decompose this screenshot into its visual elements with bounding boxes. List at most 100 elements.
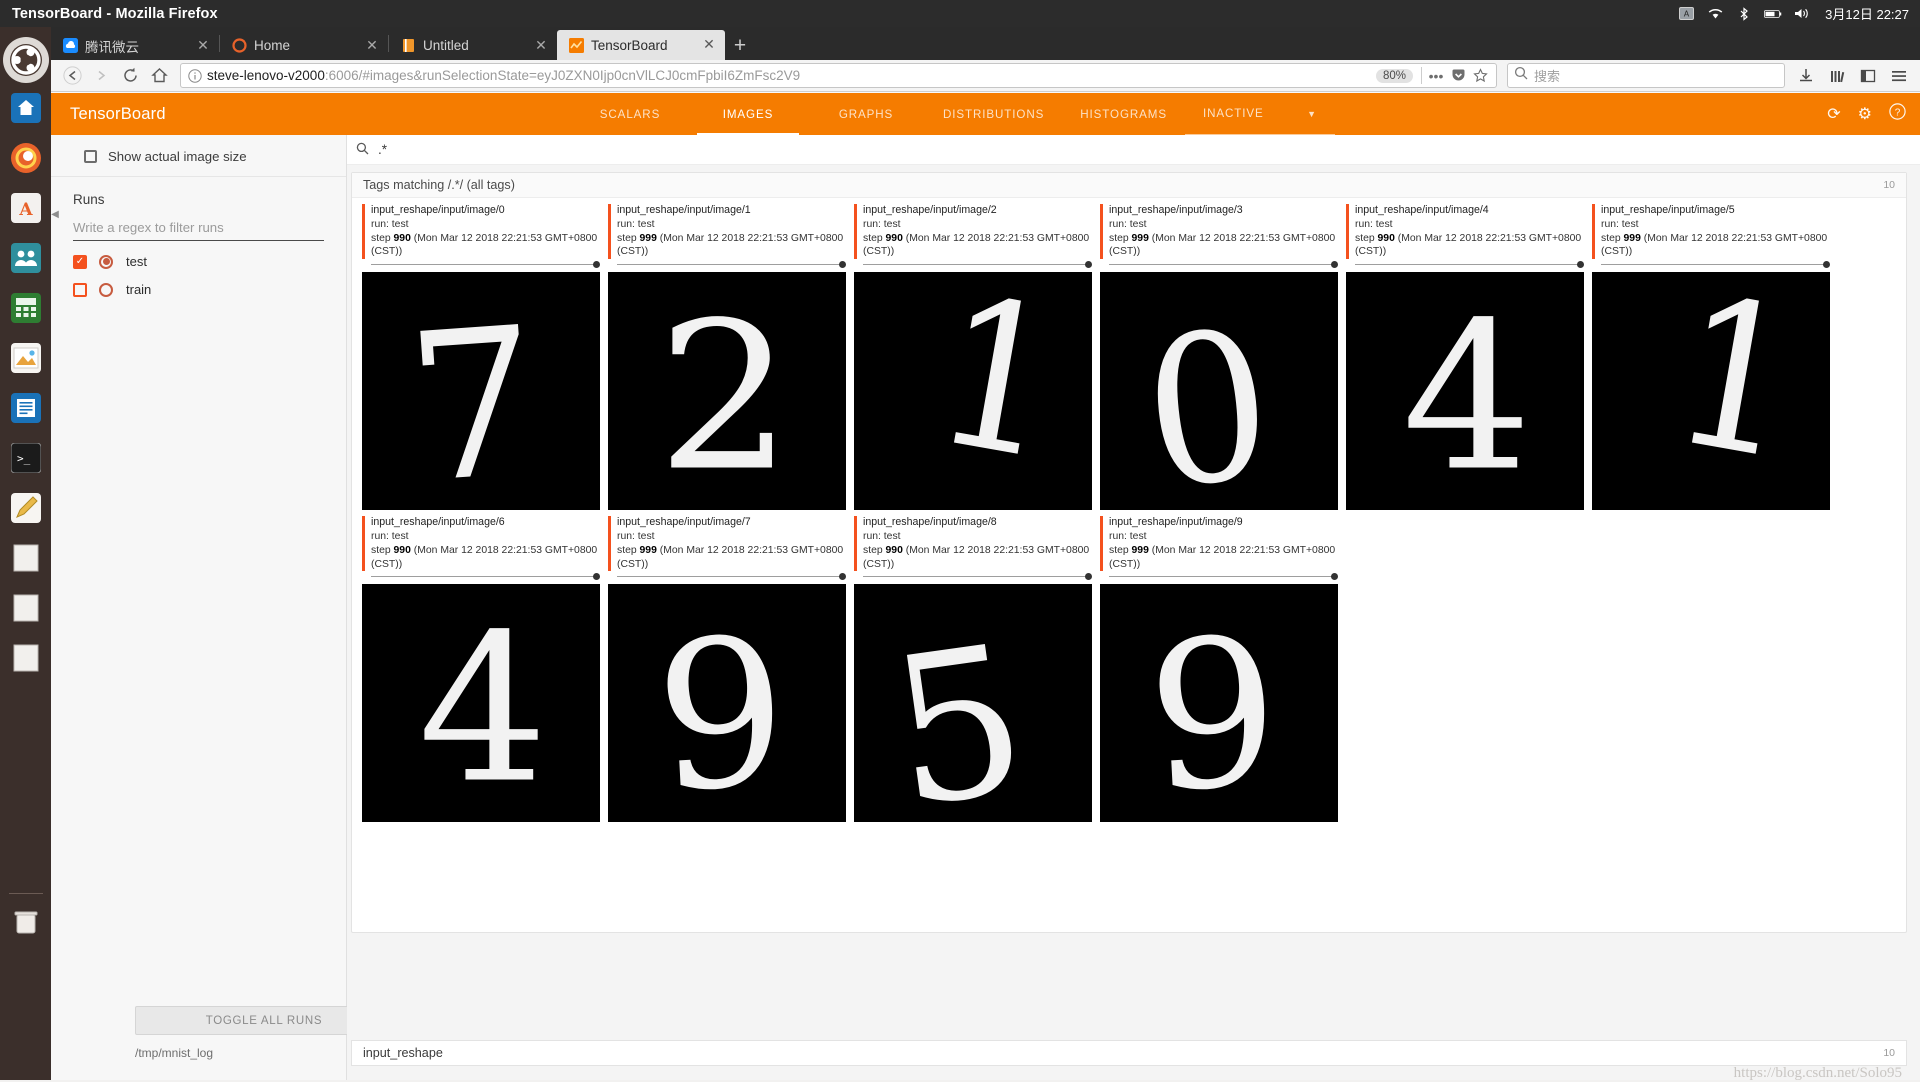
run-item-test[interactable]: ✓ test [73,254,324,269]
step-slider-knob[interactable] [593,261,600,269]
hamburger-icon[interactable] [1884,63,1913,89]
run-radio-train[interactable] [99,282,113,297]
step-slider[interactable] [371,572,600,581]
dock-item-trash[interactable] [5,901,47,943]
mnist-image[interactable]: 5 [854,584,1092,823]
browser-tab-3[interactable]: TensorBoard ✕ [557,30,725,60]
mnist-image[interactable]: 9 [608,584,846,823]
close-icon[interactable]: ✕ [195,38,211,54]
run-item-train[interactable]: train [73,282,324,297]
runs-regex-input[interactable]: Write a regex to filter runs [73,220,324,241]
step-slider-knob[interactable] [1331,573,1338,581]
dock-item-file-3[interactable] [5,637,47,679]
search-bar[interactable]: 搜索 [1507,63,1785,88]
mnist-image[interactable]: 1 [1592,272,1830,511]
close-icon[interactable]: ✕ [364,38,380,54]
zoom-level-badge[interactable]: 80% [1375,68,1413,83]
step-slider[interactable] [1601,260,1830,269]
step-slider-knob[interactable] [1085,573,1092,581]
dock-item-image-viewer[interactable] [5,337,47,379]
help-circle-icon[interactable]: ? [1889,103,1906,125]
bottom-tag-group[interactable]: input_reshape 10 [351,1040,1907,1066]
clock[interactable]: 3月12日 22:27 [1825,4,1909,23]
forward-button[interactable] [87,63,116,89]
tag-group-header[interactable]: Tags matching /.*/ (all tags) 10 [352,173,1906,198]
close-icon[interactable]: ✕ [701,37,717,53]
mnist-image[interactable]: 0 [1100,272,1338,511]
star-icon[interactable] [1469,65,1491,87]
dock-item-files-home[interactable] [5,87,47,129]
show-actual-image-size-checkbox[interactable] [84,150,97,163]
mnist-image[interactable]: 4 [1346,272,1584,511]
ubuntu-icon[interactable] [2,37,49,83]
show-actual-image-size-row[interactable]: Show actual image size [51,135,346,177]
mnist-image[interactable]: 2 [608,272,846,511]
step-slider[interactable] [1355,260,1584,269]
pocket-icon[interactable] [1447,65,1469,87]
close-icon[interactable]: ✕ [533,38,549,54]
browser-tab-1[interactable]: Home ✕ [220,31,388,60]
gear-icon[interactable]: ⚙ [1858,104,1872,124]
dock-item-contacts[interactable] [5,237,47,279]
volume-icon[interactable] [1793,6,1811,22]
home-button[interactable] [145,63,174,89]
dock-item-software-center[interactable]: A [5,187,47,229]
tab-distributions[interactable]: DISTRIBUTIONS [925,93,1062,135]
dock-item-file-2[interactable] [5,587,47,629]
back-button[interactable] [58,63,87,89]
sidebar-button[interactable] [1853,63,1882,89]
step-slider[interactable] [371,260,600,269]
dock-item-terminal[interactable]: >_ [5,437,47,479]
mnist-image[interactable]: 4 [362,584,600,823]
tensorboard-brand[interactable]: TensorBoard [70,105,166,124]
search-input[interactable]: 搜索 [1534,66,1560,85]
run-checkbox-train[interactable] [73,282,87,297]
browser-tab-0[interactable]: 腾讯微云 ✕ [51,31,219,60]
bluetooth-icon[interactable] [1735,6,1753,22]
dock-item-calculator[interactable] [5,287,47,329]
reload-button[interactable] [116,63,145,89]
url-bar[interactable]: steve-lenovo-v2000:6006/#images&runSelec… [180,63,1497,88]
mnist-image[interactable]: 9 [1100,584,1338,823]
mnist-image[interactable]: 7 [362,272,600,511]
url-text[interactable]: steve-lenovo-v2000:6006/#images&runSelec… [207,68,1376,83]
step-slider[interactable] [863,260,1092,269]
step-slider[interactable] [1109,260,1338,269]
step-slider-knob[interactable] [1085,261,1092,269]
inactive-dropdown[interactable]: INACTIVE ▼ [1184,93,1335,135]
refresh-icon[interactable]: ⟳ [1827,104,1840,124]
step-slider-knob[interactable] [1823,261,1830,269]
dock-item-file-1[interactable] [5,537,47,579]
tab-graphs[interactable]: GRAPHS [807,93,925,135]
info-circle-icon[interactable] [186,67,203,84]
sidebar-collapse-handle[interactable]: ◀ [51,207,59,221]
step-slider[interactable] [1109,572,1338,581]
step-slider-knob[interactable] [1577,261,1584,269]
wifi-icon[interactable] [1706,6,1724,22]
tab-scalars[interactable]: SCALARS [571,93,689,135]
step-slider-knob[interactable] [593,573,600,581]
ellipsis-icon[interactable]: ••• [1425,65,1447,87]
run-radio-test[interactable] [99,254,113,269]
tab-histograms[interactable]: HISTOGRAMS [1062,93,1185,135]
dock-item-text-editor[interactable] [5,387,47,429]
tag-filter-row[interactable]: .* [347,135,1920,165]
step-slider[interactable] [863,572,1092,581]
library-button[interactable] [1822,63,1851,89]
new-tab-button[interactable]: + [725,31,755,60]
tag-filter-input[interactable]: .* [378,142,387,157]
step-slider[interactable] [617,260,846,269]
mnist-image[interactable]: 1 [854,272,1092,511]
downloads-button[interactable] [1791,63,1820,89]
dock-item-firefox[interactable] [5,137,47,179]
step-slider-knob[interactable] [839,261,846,269]
dock-item-pencil-app[interactable] [5,487,47,529]
step-slider[interactable] [617,572,846,581]
step-slider-knob[interactable] [1331,261,1338,269]
battery-icon[interactable] [1764,6,1782,22]
input-method-icon[interactable]: A [1677,6,1695,22]
run-checkbox-test[interactable]: ✓ [73,254,87,269]
browser-tab-2[interactable]: Untitled ✕ [389,31,557,60]
step-slider-knob[interactable] [839,573,846,581]
tab-images[interactable]: IMAGES [689,93,807,135]
